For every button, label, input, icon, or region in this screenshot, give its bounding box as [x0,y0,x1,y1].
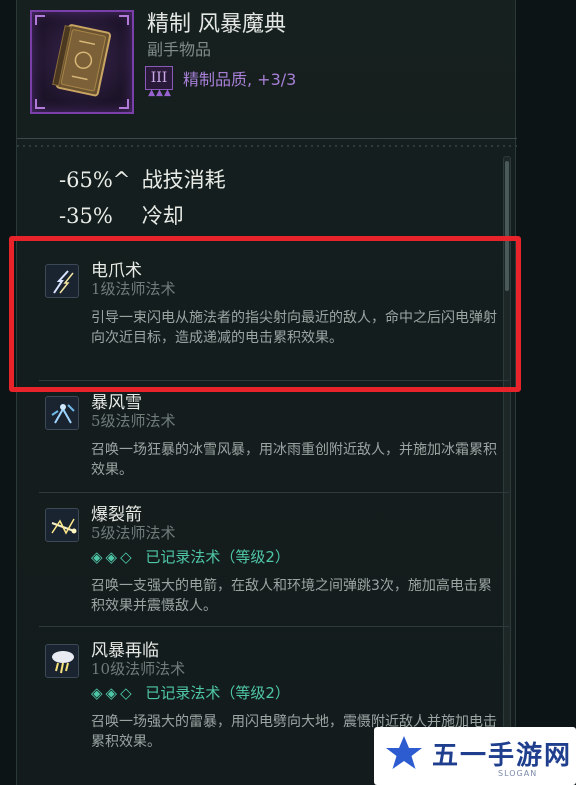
watermark-text: 五一手游网 [432,741,573,771]
stat-label: 战技消耗 [141,168,226,192]
spell-divider [39,492,509,493]
quality-badge: III [145,66,173,90]
header-divider [17,138,517,152]
quality-pips-icon: ▲▲▲ [148,88,172,98]
rank-text: 已记录法术（等级2） [145,684,290,702]
stat-label: 冷却 [141,204,184,228]
item-header: 精制 风暴魔典 副手物品 III ▲▲▲ 精制品质, +3/3 [17,0,517,152]
item-title: 精制 风暴魔典 [147,12,286,37]
item-icon-frame [30,10,134,114]
spell-rank: ◈◈◇ 已记录法术（等级2） [91,546,290,567]
spell-description: 召唤一支强大的电箭，在敌人和环境之间弹跳3次，施加高电击累积效果并震慑敌人。 [91,578,492,614]
spell-level: 10级法师法术 [91,660,186,678]
spell-entry-blizzard[interactable]: 暴风雪 5级法师法术 召唤一场狂暴的冰雪风暴，用冰雨重创附近敌人，并施加冰霜累积… [39,388,499,484]
watermark-sub: SLOGAN [498,769,538,778]
stat-value: -65%^ [59,168,131,192]
watermark-logo: 五一手游网 SLOGAN [374,727,576,785]
spell-entry-burst-arrow[interactable]: 爆裂箭 5级法师法术 ◈◈◇ 已记录法术（等级2） 召唤一支强大的电箭，在敌人和… [39,500,499,618]
stat-cooldown: -35% 冷却 [59,200,184,230]
quality-text: 精制品质, +3/3 [183,70,297,89]
burst-arrow-icon [45,508,79,542]
storm-cloud-icon [45,644,79,678]
item-type: 副手物品 [147,40,212,59]
rank-gems-icon: ◈◈◇ [91,548,135,566]
star-icon [386,736,422,769]
spell-rank: ◈◈◇ 已记录法术（等级2） [91,682,290,703]
rank-gems-icon: ◈◈◇ [91,684,135,702]
spell-level: 5级法师法术 [91,412,176,430]
grimoire-icon [52,24,112,97]
spell-divider [39,626,509,627]
spell-level: 5级法师法术 [91,524,176,542]
highlight-box [9,236,521,392]
spell-description: 召唤一场狂暴的冰雪风暴，用冰雨重创附近敌人，并施加冰霜累积效果。 [91,442,497,478]
blizzard-icon [45,396,79,430]
tooltip-panel: 精制 风暴魔典 副手物品 III ▲▲▲ 精制品质, +3/3 -65%^ 战技… [16,0,517,785]
stat-value: -35% [59,204,113,228]
stat-stamina-cost: -65%^ 战技消耗 [59,164,226,194]
rank-text: 已记录法术（等级2） [145,548,290,566]
